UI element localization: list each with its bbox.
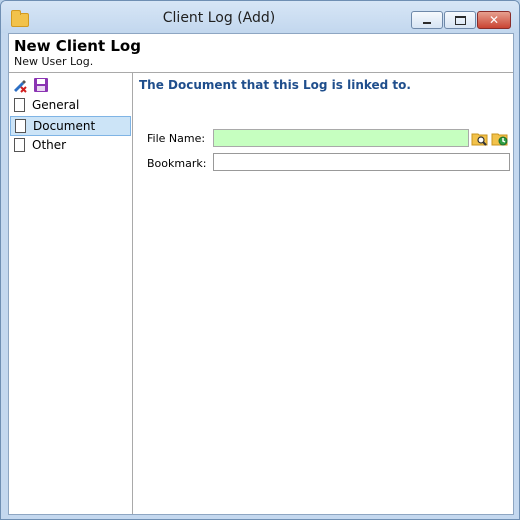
sidebar: General Document Other xyxy=(9,73,133,514)
page-title: New Client Log xyxy=(14,37,141,55)
minimize-icon xyxy=(423,21,431,24)
maximize-button[interactable] xyxy=(444,11,476,29)
open-file-button[interactable] xyxy=(491,129,509,147)
sidebar-item-label: Other xyxy=(32,138,67,152)
file-name-label: File Name: xyxy=(147,132,206,145)
close-icon: ✕ xyxy=(488,13,500,27)
title-bar[interactable]: Client Log (Add) ✕ xyxy=(1,1,519,33)
window-title: Client Log (Add) xyxy=(162,10,276,26)
sidebar-item-document[interactable]: Document xyxy=(10,116,131,136)
save-icon xyxy=(34,78,48,92)
dialog-body: New Client Log New User Log. General Doc… xyxy=(8,33,514,515)
sidebar-item-other[interactable]: Other xyxy=(10,136,131,154)
sidebar-item-label: Document xyxy=(33,119,96,133)
bookmark-input[interactable] xyxy=(213,153,510,171)
dialog-header: New Client Log New User Log. xyxy=(9,34,513,73)
document-panel: The Document that this Log is linked to.… xyxy=(133,73,513,514)
app-window: Client Log (Add) ✕ New Client Log New Us… xyxy=(0,0,520,520)
maximize-icon xyxy=(454,15,466,25)
sidebar-item-label: General xyxy=(32,98,80,112)
save-button[interactable] xyxy=(33,77,49,93)
section-title: The Document that this Log is linked to. xyxy=(139,78,411,92)
folder-search-icon xyxy=(471,133,488,146)
sidebar-item-general[interactable]: General xyxy=(10,96,131,114)
folder-open-icon xyxy=(491,133,508,146)
minimize-button[interactable] xyxy=(411,11,443,29)
browse-file-button[interactable] xyxy=(471,129,489,147)
page-subtitle: New User Log. xyxy=(14,55,94,68)
document-icon xyxy=(14,138,25,152)
file-name-input[interactable] xyxy=(213,129,469,147)
clear-button[interactable] xyxy=(12,77,28,93)
clear-icon xyxy=(14,80,27,93)
close-button[interactable]: ✕ xyxy=(477,11,511,29)
document-icon xyxy=(14,98,25,112)
document-icon xyxy=(15,119,26,133)
bookmark-label: Bookmark: xyxy=(147,157,207,170)
